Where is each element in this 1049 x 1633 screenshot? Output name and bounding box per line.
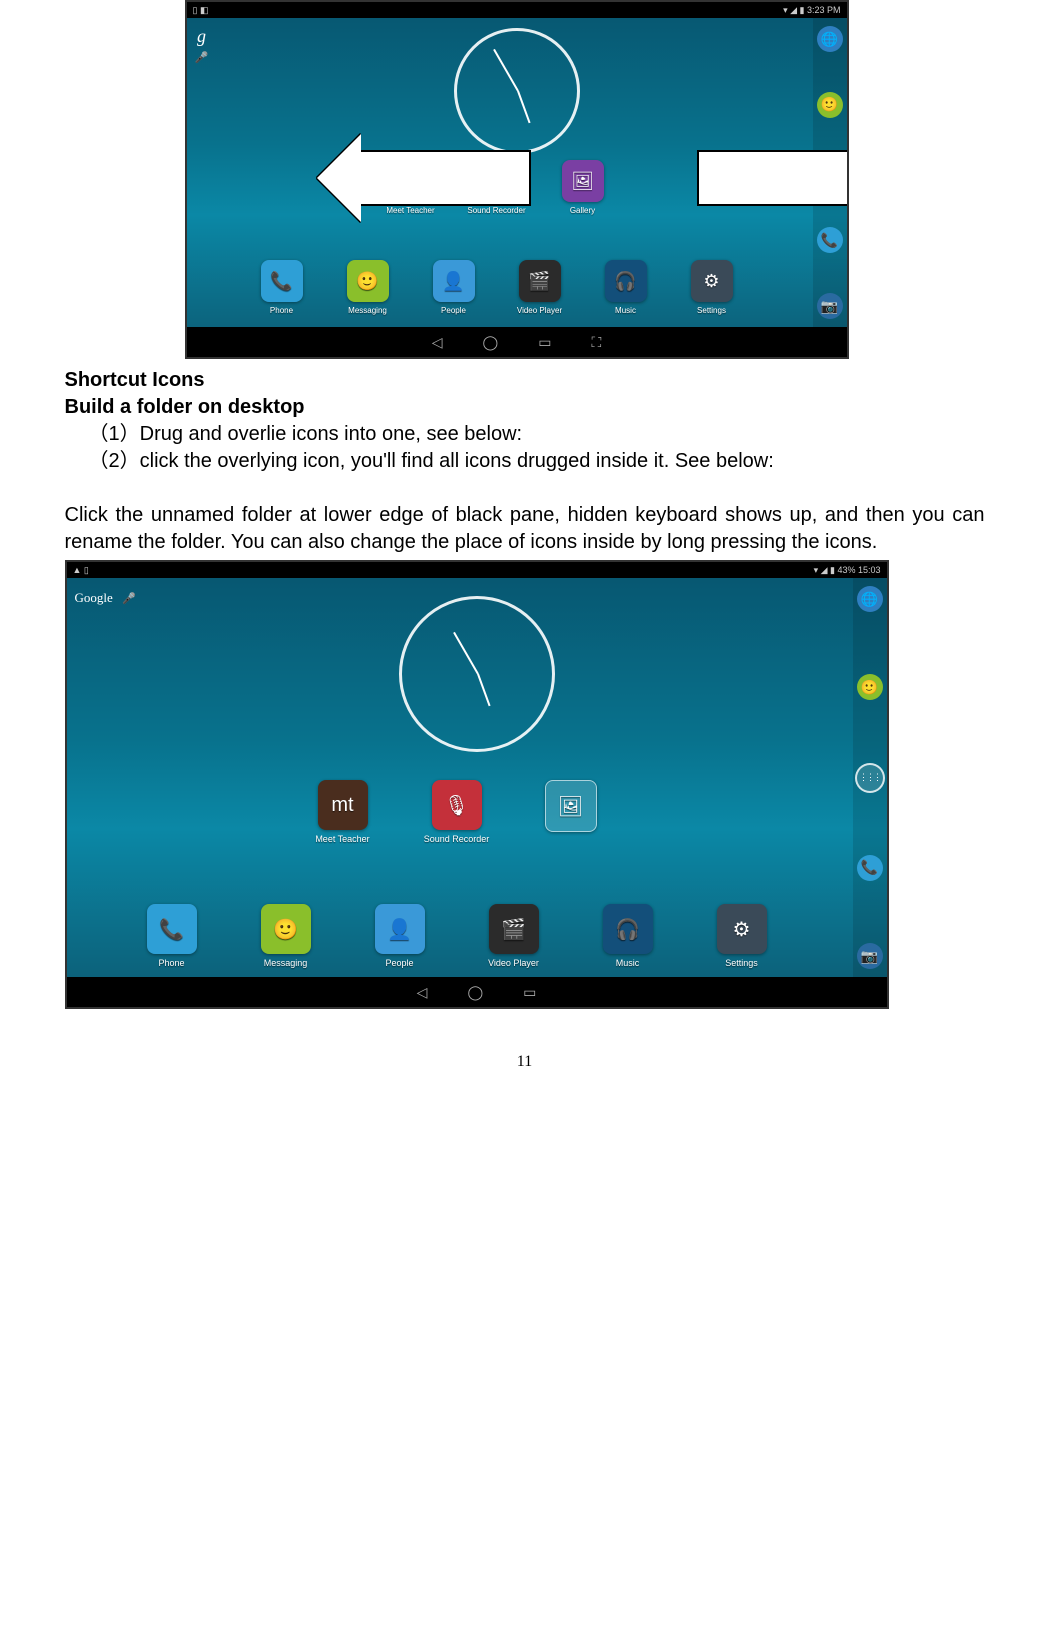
app-icon: 🖼 bbox=[562, 160, 604, 202]
app-gallery[interactable]: 🖼 Gallery bbox=[553, 160, 613, 215]
nav-recent-icon[interactable]: ▭ bbox=[538, 334, 551, 351]
sidebar-phone-icon[interactable]: 📞 bbox=[817, 227, 843, 253]
app-label: Sound Recorder bbox=[467, 206, 525, 215]
sidebar-dock: 🌐 🙂 ⋮⋮⋮ 📞 📷 bbox=[853, 578, 887, 977]
sidebar-sms-icon[interactable]: 🙂 bbox=[857, 674, 883, 700]
sidebar-sms-icon[interactable]: 🙂 bbox=[817, 92, 843, 118]
screenshot-1: ▯ ◧ ▾ ◢ ▮ 3:23 PM g 🎤 mtMeet Teacher🎙Sou… bbox=[185, 0, 849, 359]
app-sound-recorder[interactable]: 🎙 Sound Recorder bbox=[421, 780, 493, 844]
app-people[interactable]: 👤 People bbox=[424, 260, 484, 315]
app-label: People bbox=[385, 958, 413, 968]
clock-widget[interactable] bbox=[454, 28, 580, 154]
app-row-bot: 📞 Phone 🙂 Messaging 👤 People 🎬 Video Player 🎧 Mus… bbox=[187, 260, 807, 315]
clock-widget[interactable] bbox=[399, 596, 555, 752]
app-icon: 🎧 bbox=[605, 260, 647, 302]
screenshot-2: ▲ ▯ ▾ ◢ ▮ 43% 15:03 Google 🎤 mt Meet Teac… bbox=[65, 560, 889, 1009]
app-folder[interactable]: 🖼 bbox=[535, 780, 607, 844]
app-icon: 📞 bbox=[261, 260, 303, 302]
app-label: Meet Teacher bbox=[315, 834, 369, 844]
app-icon: 👤 bbox=[375, 904, 425, 954]
swipe-right-arrow bbox=[697, 150, 849, 206]
heading-shortcut-icons: Shortcut Icons bbox=[65, 367, 985, 394]
app-label: Settings bbox=[725, 958, 758, 968]
sidebar-globe-icon[interactable]: 🌐 bbox=[857, 586, 883, 612]
app-settings[interactable]: ⚙ Settings bbox=[706, 904, 778, 968]
list-item-1: （1）Drug and overlie icons into one, see … bbox=[65, 421, 985, 448]
app-settings[interactable]: ⚙ Settings bbox=[682, 260, 742, 315]
sidebar-phone-icon[interactable]: 📞 bbox=[857, 855, 883, 881]
nav-home-icon[interactable]: ◯ bbox=[467, 984, 483, 1001]
status-left: ▲ ▯ bbox=[73, 565, 89, 576]
nav-home-icon[interactable]: ◯ bbox=[483, 334, 499, 351]
app-people[interactable]: 👤 People bbox=[364, 904, 436, 968]
status-right: ▾ ◢ ▮ 3:23 PM bbox=[783, 5, 840, 16]
app-messaging[interactable]: 🙂 Messaging bbox=[338, 260, 398, 315]
app-icon: 🎬 bbox=[519, 260, 561, 302]
google-text: Google bbox=[75, 590, 113, 605]
app-icon: mt bbox=[318, 780, 368, 830]
app-label: People bbox=[441, 306, 466, 315]
heading-build-folder: Build a folder on desktop bbox=[65, 394, 985, 421]
google-search[interactable]: g 🎤 bbox=[191, 26, 213, 64]
app-icon: ⚙ bbox=[691, 260, 733, 302]
app-label: Phone bbox=[270, 306, 293, 315]
app-video-player[interactable]: 🎬 Video Player bbox=[510, 260, 570, 315]
swipe-left-arrow-head bbox=[317, 134, 361, 222]
app-row-bot: 📞 Phone 🙂 Messaging 👤 People 🎬 Video Player 🎧 Mus… bbox=[67, 904, 847, 968]
nav-bar: ◁ ◯ ▭ ⛶ bbox=[187, 327, 847, 357]
status-bar: ▯ ◧ ▾ ◢ ▮ 3:23 PM bbox=[187, 2, 847, 18]
app-row-mid: mt Meet Teacher 🎙 Sound Recorder 🖼 bbox=[67, 780, 847, 844]
app-icon: 🙂 bbox=[261, 904, 311, 954]
app-label: Sound Recorder bbox=[424, 834, 490, 844]
mic-icon[interactable]: 🎤 bbox=[191, 51, 213, 64]
swipe-left-arrow bbox=[357, 150, 531, 206]
app-label: Music bbox=[615, 306, 636, 315]
sidebar-globe-icon[interactable]: 🌐 bbox=[817, 26, 843, 52]
sidebar-apps-icon[interactable]: ⋮⋮⋮ bbox=[855, 763, 885, 793]
app-phone[interactable]: 📞 Phone bbox=[252, 260, 312, 315]
app-label: Meet Teacher bbox=[386, 206, 434, 215]
app-label: Messaging bbox=[348, 306, 387, 315]
sidebar-camera-icon[interactable]: 📷 bbox=[857, 943, 883, 969]
app-label: Video Player bbox=[517, 306, 562, 315]
nav-bar: ◁ ◯ ▭ bbox=[67, 977, 887, 1007]
app-icon: 🖼 bbox=[545, 780, 597, 832]
sidebar-camera-icon[interactable]: 📷 bbox=[817, 293, 843, 319]
google-g-icon: g bbox=[191, 26, 213, 47]
app-icon: 🎬 bbox=[489, 904, 539, 954]
nav-screenshot-icon[interactable]: ⛶ bbox=[591, 334, 601, 351]
app-label: Settings bbox=[697, 306, 726, 315]
app-icon: 📞 bbox=[147, 904, 197, 954]
mic-icon[interactable]: 🎤 bbox=[122, 593, 136, 605]
status-bar: ▲ ▯ ▾ ◢ ▮ 43% 15:03 bbox=[67, 562, 887, 578]
app-meet-teacher[interactable]: mt Meet Teacher bbox=[307, 780, 379, 844]
app-icon: 🎧 bbox=[603, 904, 653, 954]
app-music[interactable]: 🎧 Music bbox=[596, 260, 656, 315]
app-label: Video Player bbox=[488, 958, 539, 968]
page-number: 11 bbox=[65, 1053, 985, 1071]
app-icon: 👤 bbox=[433, 260, 475, 302]
app-label: Gallery bbox=[570, 206, 595, 215]
app-label: Messaging bbox=[264, 958, 308, 968]
app-messaging[interactable]: 🙂 Messaging bbox=[250, 904, 322, 968]
paragraph-rename: Click the unnamed folder at lower edge o… bbox=[65, 502, 985, 556]
nav-back-icon[interactable]: ◁ bbox=[417, 984, 428, 1001]
app-label: Phone bbox=[158, 958, 184, 968]
app-icon: ⚙ bbox=[717, 904, 767, 954]
app-icon: 🙂 bbox=[347, 260, 389, 302]
google-search[interactable]: Google 🎤 bbox=[75, 590, 136, 606]
app-phone[interactable]: 📞 Phone bbox=[136, 904, 208, 968]
nav-recent-icon[interactable]: ▭ bbox=[523, 984, 536, 1001]
list-item-2: （2）click the overlying icon, you'll find… bbox=[65, 448, 985, 475]
status-right: ▾ ◢ ▮ 43% 15:03 bbox=[814, 565, 881, 576]
app-music[interactable]: 🎧 Music bbox=[592, 904, 664, 968]
app-label: Music bbox=[616, 958, 640, 968]
app-video-player[interactable]: 🎬 Video Player bbox=[478, 904, 550, 968]
nav-back-icon[interactable]: ◁ bbox=[432, 334, 443, 351]
app-icon: 🎙 bbox=[432, 780, 482, 830]
status-left: ▯ ◧ bbox=[193, 5, 209, 16]
